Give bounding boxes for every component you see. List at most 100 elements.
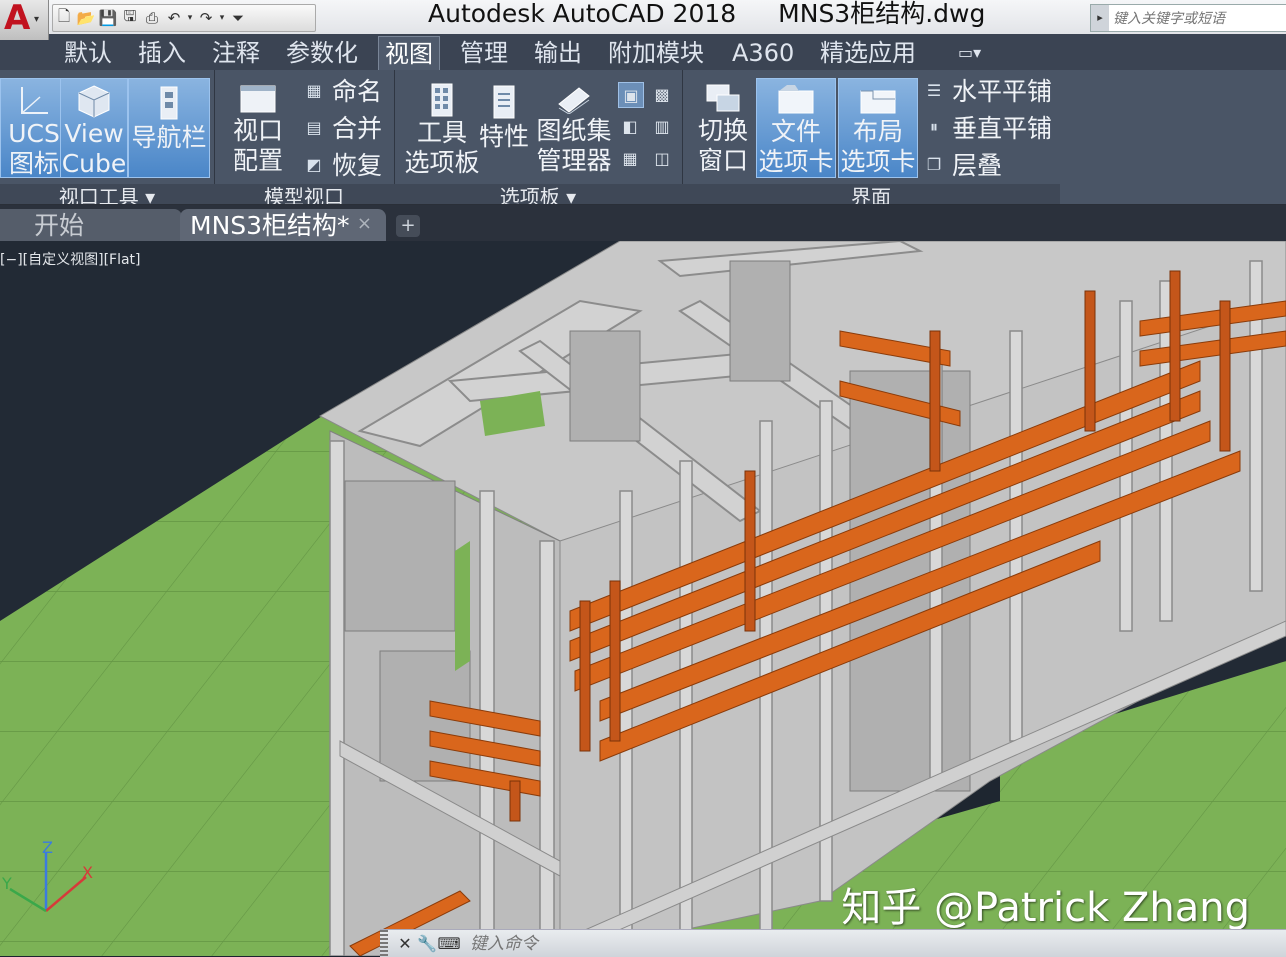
model-3d-view: Z X Y <box>0 241 1286 956</box>
tab-insert[interactable]: 插入 <box>138 34 186 70</box>
join-viewports-button[interactable]: ▤ 合并 <box>302 110 382 144</box>
window-title: Autodesk AutoCAD 2018 MNS3柜结构.dwg <box>428 0 985 30</box>
chevron-right-icon[interactable]: ▸ <box>1091 5 1109 31</box>
customize-icon[interactable]: ⏷ <box>227 7 249 29</box>
ucs-icon-button[interactable]: UCS 图标 <box>0 78 68 178</box>
dropdown-icon[interactable]: ▾ <box>217 7 227 29</box>
viewport-config-button[interactable]: 视口 配置 <box>224 78 292 176</box>
tab-output[interactable]: 输出 <box>534 34 582 70</box>
close-icon[interactable]: ✕ <box>394 933 416 955</box>
tile-vertical-button[interactable]: ⏸ 垂直平铺 <box>922 110 1052 144</box>
tool-palettes-button[interactable]: 工具 选项板 <box>404 78 480 176</box>
grip-handle[interactable] <box>380 930 388 957</box>
file-tabs-label: 文件 <box>770 117 821 146</box>
command-input[interactable] <box>468 931 1286 956</box>
join-icon: ▤ <box>306 117 322 137</box>
viewport-config-sub-label: 配置 <box>232 146 283 175</box>
properties-button[interactable]: 特性 <box>474 78 534 176</box>
tile-horizontal-label: 水平平铺 <box>952 77 1053 106</box>
drawing-viewport[interactable]: Z X Y [−][自定义视图][Flat] 知乎 @Patrick Zhang <box>0 241 1286 956</box>
tab-addins[interactable]: 附加模块 <box>608 34 704 70</box>
navbar-button[interactable]: 导航栏 <box>128 78 210 178</box>
tab-start[interactable]: 开始 <box>0 209 182 241</box>
markup-icon[interactable]: ◧ <box>618 114 642 138</box>
restore-viewports-button[interactable]: ◩ 恢复 <box>302 147 382 181</box>
switch-windows-button[interactable]: 切换 窗口 <box>690 78 756 176</box>
tool-icon[interactable]: ◫ <box>650 146 674 170</box>
file-tabs-button[interactable]: 文件 选项卡 <box>756 78 836 178</box>
tab-view[interactable]: 视图 <box>378 36 440 71</box>
panel-title-interface: 界面 <box>682 184 1060 204</box>
cascade-label: 层叠 <box>952 151 1003 180</box>
external-refs-icon[interactable]: ▦ <box>618 146 642 170</box>
tab-annotate[interactable]: 注释 <box>212 34 260 70</box>
named-viewports-button[interactable]: ▦ 命名 <box>302 73 382 107</box>
current-drawing-label: MNS3柜结构* <box>190 211 350 240</box>
command-line-toggle-icon[interactable]: ▣ <box>618 82 644 108</box>
ucs-sub-label: 图标 <box>8 149 59 178</box>
wrench-icon[interactable]: 🔧 <box>416 933 438 955</box>
layout-tabs-icon <box>858 83 898 117</box>
search-input[interactable] <box>1111 7 1285 29</box>
dropdown-icon[interactable]: ▾ <box>185 7 195 29</box>
close-tab-icon[interactable]: × <box>357 207 372 241</box>
save-icon[interactable]: 💾 <box>97 7 119 29</box>
viewport-controls-label[interactable]: [−][自定义视图][Flat] <box>0 249 141 269</box>
file-name: MNS3柜结构.dwg <box>778 0 986 28</box>
redo-icon[interactable]: ↷ <box>195 7 217 29</box>
autocad-logo-icon: A <box>4 0 31 38</box>
axis-z-label: Z <box>42 838 53 857</box>
ucs-icon <box>14 83 54 119</box>
tab-default[interactable]: 默认 <box>64 34 112 70</box>
cascade-button[interactable]: ❐ 层叠 <box>922 147 1002 181</box>
viewport-config-label: 视口 <box>232 116 283 145</box>
panel-title-palettes[interactable]: 选项板 ▾ <box>394 184 682 204</box>
app-name: Autodesk AutoCAD 2018 <box>428 0 737 28</box>
file-tabs-icon <box>776 83 816 117</box>
sheetset-button[interactable]: 图纸集 管理器 <box>534 78 614 176</box>
tile-horizontal-button[interactable]: ☰ 水平平铺 <box>922 73 1052 107</box>
axis-y-label: Y <box>1 874 12 893</box>
search-box[interactable]: ▸ <box>1090 4 1286 32</box>
document-tab-bar: 开始 MNS3柜结构* × + <box>0 205 1286 241</box>
viewcube-button[interactable]: View Cube <box>60 78 128 178</box>
tab-current-drawing[interactable]: MNS3柜结构* × <box>180 209 386 241</box>
layout-tabs-sub-label: 选项卡 <box>840 147 916 176</box>
undo-icon[interactable]: ↶ <box>163 7 185 29</box>
tab-featured-apps[interactable]: 精选应用 <box>820 34 916 70</box>
panel-interface: 切换 窗口 文件 选项卡 布局 选项卡 ☰ 水平平铺 ⏸ 垂直平铺 ❐ 层叠 界面 <box>682 70 1060 204</box>
new-icon[interactable]: 🗋 <box>53 7 75 29</box>
watermark-text: 知乎 @Patrick Zhang <box>841 885 1250 931</box>
viewcube-sub-label: Cube <box>61 149 127 178</box>
plot-icon[interactable]: ⎙ <box>141 7 163 29</box>
open-icon[interactable]: 📂 <box>75 7 97 29</box>
restore-label: 恢复 <box>332 151 383 180</box>
title-bar: 🗋 📂 💾 🖫 ⎙ ↶ ▾ ↷ ▾ ⏷ Autodesk AutoCAD 201… <box>0 0 1286 35</box>
panel-palettes: 工具 选项板 特性 图纸集 管理器 ▣ ▩ ◧ ▥ ▦ ◫ 选项板 ▾ <box>394 70 683 204</box>
minimize-ribbon-icon[interactable]: ▭▾ <box>958 34 981 70</box>
calculator-icon[interactable]: ▥ <box>650 114 674 138</box>
tab-parametric[interactable]: 参数化 <box>286 34 358 70</box>
new-tab-button[interactable]: + <box>396 215 420 237</box>
tab-manage[interactable]: 管理 <box>460 34 508 70</box>
panel-model-viewports: 视口 配置 ▦ 命名 ▤ 合并 ◩ 恢复 模型视口 <box>214 70 395 204</box>
tool-palettes-label: 工具 <box>416 118 467 147</box>
axis-x-label: X <box>82 863 93 882</box>
application-menu-button[interactable]: A ▾ <box>0 0 49 40</box>
switch-windows-icon <box>703 82 743 116</box>
saveas-icon[interactable]: 🖫 <box>119 7 141 29</box>
chevron-down-icon: ▾ <box>34 14 40 25</box>
layout-tabs-label: 布局 <box>852 117 903 146</box>
design-center-icon[interactable]: ▩ <box>650 82 674 106</box>
quick-access-toolbar: 🗋 📂 💾 🖫 ⎙ ↶ ▾ ↷ ▾ ⏷ <box>52 4 316 32</box>
prompt-icon[interactable]: ⌨ <box>437 933 460 955</box>
cascade-icon: ❐ <box>926 154 942 174</box>
named-viewports-icon: ▦ <box>306 80 322 100</box>
properties-icon <box>484 82 524 122</box>
layout-tabs-button[interactable]: 布局 选项卡 <box>838 78 918 178</box>
panel-title-model-viewports: 模型视口 <box>214 184 394 204</box>
sheetset-label: 图纸集 <box>536 116 612 145</box>
panel-title-viewport-tools[interactable]: 视口工具 ▾ <box>0 184 214 204</box>
navbar-icon <box>149 83 189 123</box>
tab-a360[interactable]: A360 <box>732 34 794 70</box>
